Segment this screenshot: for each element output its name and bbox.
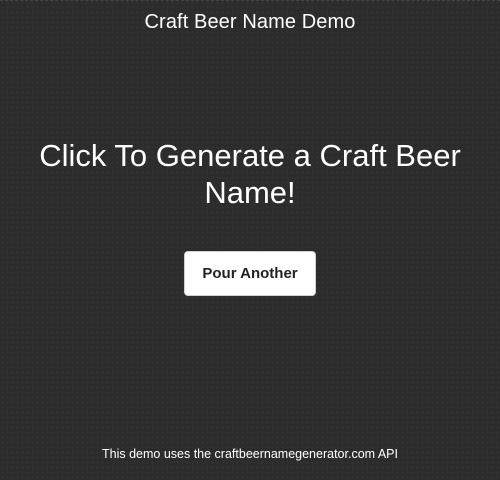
- app-title: Craft Beer Name Demo: [144, 11, 356, 33]
- generated-beer-name-headline: Click To Generate a Craft Beer Name!: [39, 138, 461, 210]
- top-border-divider: [0, 0, 500, 1]
- api-credit-footer: This demo uses the craftbeernamegenerato…: [102, 447, 398, 461]
- pour-another-button[interactable]: Pour Another: [184, 251, 316, 296]
